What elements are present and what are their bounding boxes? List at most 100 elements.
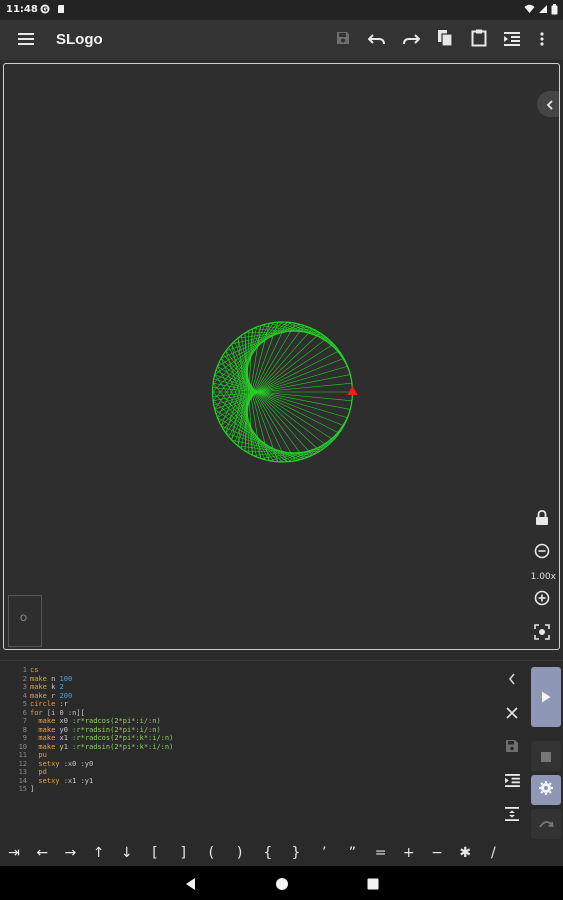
minimap[interactable]: O (8, 595, 42, 647)
code-token: ] (30, 785, 35, 793)
symbol-key[interactable]: ) (226, 840, 254, 866)
format-code-button[interactable] (499, 768, 525, 794)
code-token: [ (80, 708, 85, 717)
step-over-button[interactable] (531, 809, 561, 839)
signal-icon (538, 4, 548, 14)
code-token: :x0 :y0 (63, 759, 94, 768)
symbol-key[interactable]: ’ (310, 840, 338, 866)
recents-icon[interactable] (366, 876, 380, 890)
code-token: make (30, 734, 60, 742)
code-line[interactable]: 15] (0, 785, 495, 794)
collapse-editor-button[interactable] (499, 666, 525, 692)
stop-button[interactable] (531, 741, 561, 771)
symbol-key[interactable]: / (479, 840, 507, 866)
symbol-key[interactable]: → (56, 840, 84, 866)
lock-button[interactable] (529, 507, 555, 533)
line-number: 2 (22, 674, 27, 683)
zoom-out-button[interactable] (529, 540, 555, 566)
copy-button[interactable] (431, 26, 459, 54)
code-line[interactable]: 4 make r 200 (0, 692, 495, 701)
code-line[interactable]: 10 make y1 :r*radsin(2*pi*:k*:i/:n) (0, 743, 495, 752)
code-token: :r*radcos(2*pi*:i/:n) (72, 717, 161, 725)
wifi-icon (524, 4, 535, 14)
undo-button[interactable] (363, 26, 391, 54)
code-line[interactable]: 14 setxy :x1 :y1 (0, 777, 495, 786)
code-line[interactable]: 8 make y0 :r*radsin(2*pi*:i/:n) (0, 726, 495, 735)
redo-button[interactable] (397, 26, 425, 54)
symbol-key[interactable]: [ (141, 840, 169, 866)
code-area[interactable]: 1 cs 2 make n 100 3 make k 2 4 make r 200 5 circl… (0, 666, 495, 794)
app-title: SLogo (56, 31, 103, 48)
save-button[interactable] (329, 26, 357, 54)
symbol-key[interactable]: = (367, 840, 395, 866)
clear-editor-button[interactable] (499, 700, 525, 726)
debug-button[interactable] (531, 775, 561, 805)
more-icon (540, 31, 544, 50)
overflow-menu-button[interactable] (528, 26, 556, 54)
code-token: x1 (59, 734, 73, 742)
symbol-key[interactable]: ⇥ (0, 840, 28, 866)
turtle-icon (347, 386, 358, 395)
code-line[interactable]: 3 make k 2 (0, 683, 495, 692)
collapse-panel-button[interactable] (537, 91, 559, 117)
system-nav-bar (0, 866, 563, 900)
fit-lines-button[interactable] (499, 802, 525, 828)
zoom-out-icon (534, 543, 550, 563)
line-number: 4 (22, 691, 27, 700)
indent-icon (504, 772, 520, 791)
indent-icon (504, 31, 520, 50)
symbol-key[interactable]: + (395, 840, 423, 866)
line-number: 15 (18, 785, 27, 793)
code-token: n (51, 674, 60, 683)
line-number: 1 (22, 666, 27, 674)
run-button[interactable] (531, 667, 561, 727)
copy-icon (437, 29, 453, 51)
code-token: pu (30, 751, 47, 759)
code-token: cs (30, 666, 39, 674)
code-token: 100 (59, 674, 73, 683)
redo-icon (402, 31, 421, 50)
code-token: :x1 :y1 (63, 776, 94, 785)
code-editor[interactable]: 1 cs 2 make n 100 3 make k 2 4 make r 200 5 circl… (0, 660, 563, 873)
svg-text:G: G (42, 6, 48, 14)
code-line[interactable]: 6 for [i 0 :n][ (0, 709, 495, 718)
format-button[interactable] (498, 26, 526, 54)
symbol-key[interactable]: ✱ (451, 840, 479, 866)
code-line[interactable]: 11 pu (0, 751, 495, 760)
symbol-key[interactable]: { (254, 840, 282, 866)
turtle-canvas[interactable]: 1.00x O (3, 63, 560, 650)
symbol-key[interactable]: } (282, 840, 310, 866)
code-token: 200 (59, 691, 73, 700)
code-line[interactable]: 7 make x0 :r*radcos(2*pi*:i/:n) (0, 717, 495, 726)
symbol-key[interactable]: ← (28, 840, 56, 866)
line-number: 8 (22, 725, 27, 734)
code-line[interactable]: 5 circle :r (0, 700, 495, 709)
code-line[interactable]: 2 make n 100 (0, 675, 495, 684)
paste-button[interactable] (465, 26, 493, 54)
symbol-key[interactable]: ( (197, 840, 225, 866)
code-token: y0 (59, 725, 73, 734)
code-line[interactable]: 12 setxy :x0 :y0 (0, 760, 495, 769)
symbol-key[interactable]: ] (169, 840, 197, 866)
symbol-key[interactable]: ↓ (113, 840, 141, 866)
symbol-key[interactable]: ↑ (85, 840, 113, 866)
zoom-in-button[interactable] (529, 587, 555, 613)
code-line[interactable]: 13 pd (0, 768, 495, 777)
symbol-key[interactable]: ” (338, 840, 366, 866)
line-number: 9 (22, 734, 27, 742)
app-bar: SLogo (0, 20, 563, 60)
save-icon (505, 738, 519, 757)
code-line[interactable]: 9 make x1 :r*radcos(2*pi*:k*:i/:n) (0, 734, 495, 743)
code-token: r (51, 691, 60, 700)
menu-button[interactable] (12, 26, 40, 54)
gear-icon (538, 780, 554, 800)
center-view-button[interactable] (529, 621, 555, 647)
symbol-key[interactable]: − (423, 840, 451, 866)
code-line[interactable]: 1 cs (0, 666, 495, 675)
zoom-in-icon (534, 590, 550, 610)
code-token: :r (59, 700, 68, 708)
home-icon[interactable] (275, 876, 289, 890)
back-icon[interactable] (184, 876, 198, 890)
code-token: make (30, 674, 52, 683)
save-code-button[interactable] (499, 734, 525, 760)
